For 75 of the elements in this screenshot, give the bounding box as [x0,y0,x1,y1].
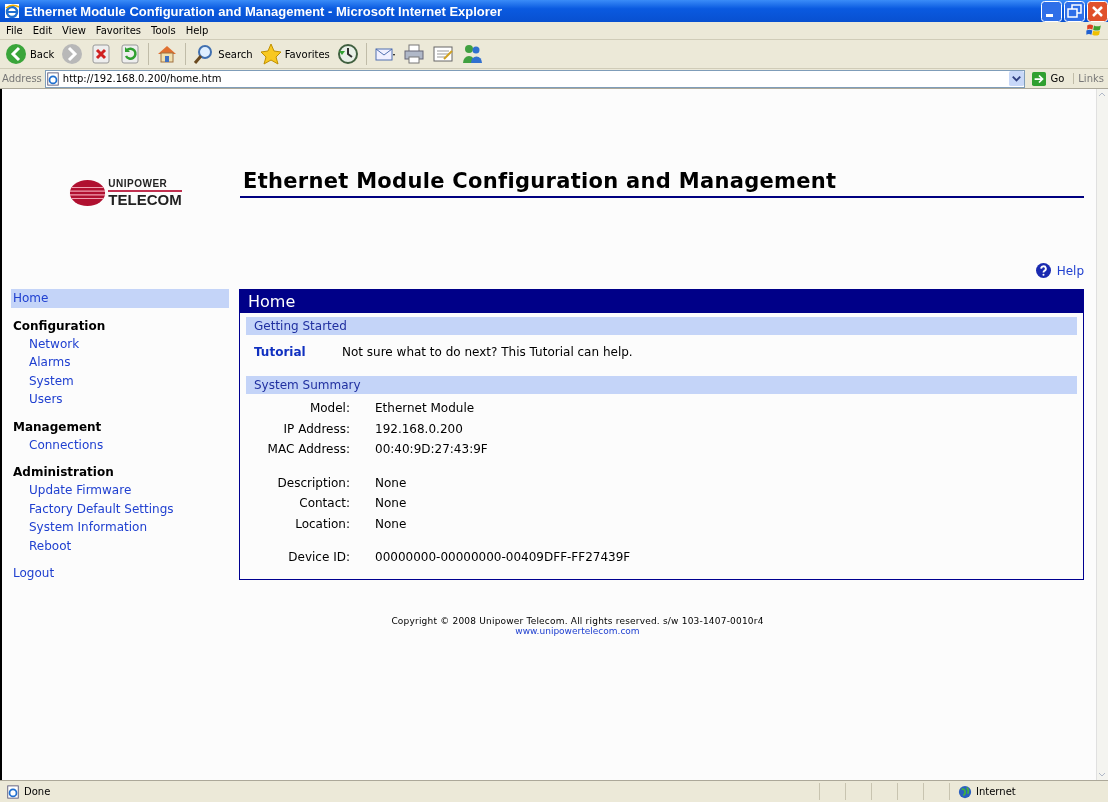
arrow-right-icon [1032,71,1047,86]
nav-link[interactable]: System [11,371,229,390]
page-icon [6,784,20,799]
logo-text: TELECOM [108,192,182,207]
favorites-button[interactable]: Favorites [257,42,332,66]
browser-icon [4,3,20,19]
arrow-left-icon [5,43,27,65]
minimize-button[interactable] [1041,0,1062,22]
nav-link[interactable]: Update Firmware [11,481,229,500]
field-value: None [375,495,408,512]
nav-link[interactable]: Connections [11,435,229,454]
nav-link[interactable]: Users [11,390,229,409]
field-label: Description: [276,474,350,492]
clock-icon [336,43,359,65]
stop-icon [90,43,113,65]
field-label: Model: [308,400,350,417]
windows-flag-icon [1084,22,1104,39]
document-icon [431,43,454,65]
nav-link[interactable]: Home [11,289,229,308]
field-value: None [375,515,408,533]
printer-icon [402,43,425,65]
nav-link[interactable]: Reboot [11,536,229,555]
copyright-text: Copyright © 2008 Unipower Telecom. All rights reserved. s/w 103-1407-0010r4 [391,615,764,626]
window-title: Ethernet Module Configuration and Management - Microsoft Internet Explorer [24,3,504,19]
field-value: None [375,474,408,492]
address-label: Address [2,73,42,84]
sphere-icon [69,177,107,209]
menu-item[interactable]: Edit [28,25,59,36]
nav-link[interactable]: System Information [11,518,229,537]
field-label: Contact: [298,495,350,512]
help-icon [1035,263,1051,278]
search-button[interactable]: Search [191,42,255,66]
zone-text: Internet [976,786,1016,797]
nav-link[interactable]: Logout [11,564,229,583]
field-label: Location: [294,515,350,533]
menu-item[interactable]: Favorites [91,25,147,36]
field-value: 192.168.0.200 [375,420,464,438]
tutorial-link[interactable]: Tutorial [254,345,342,359]
refresh-icon [119,43,142,65]
status-text: Done [24,786,51,797]
panel-title: Home [240,289,1083,313]
menu-item[interactable]: Tools [147,25,182,36]
field-value: 00000000-00000000-00409DFF-FF27439F [375,549,632,566]
nav-link[interactable]: Network [11,334,229,353]
page-heading: Ethernet Module Configuration and Management [240,169,1084,198]
section-header: Getting Started [246,317,1077,335]
nav-heading: Management [12,418,103,436]
field-value: 00:40:9D:27:43:9F [375,441,489,458]
help-link[interactable]: Help [1035,263,1084,278]
description-text: Not sure what to do next? This Tutorial can help. [342,345,633,359]
nav-heading: Configuration [12,317,107,335]
arrow-right-icon [61,43,84,65]
star-icon [259,43,282,65]
back-button[interactable]: Back [3,42,57,66]
menu-item[interactable]: View [58,25,92,36]
field-label: IP Address: [282,420,350,438]
address-field[interactable]: http://192.168.0.200/home.htm [44,69,1026,88]
menu-item[interactable]: Help [181,25,215,36]
go-button[interactable]: Go [1028,71,1071,86]
links-button[interactable]: Links [1073,73,1108,84]
field-label: Device ID: [287,549,350,566]
section-header: System Summary [246,376,1077,394]
field-value: Ethernet Module [375,400,476,417]
nav-heading: Administration [12,464,115,481]
maximize-button[interactable] [1064,0,1085,22]
page-icon [45,71,60,86]
close-button[interactable] [1087,0,1108,22]
logo-text: UNIPOWER [108,179,182,192]
field-label: MAC Address: [266,441,350,458]
nav-link[interactable]: Factory Default Settings [11,499,229,518]
menu-item[interactable]: File [2,25,29,36]
nav-link[interactable]: Alarms [11,353,229,372]
globe-icon [958,784,972,799]
website-link[interactable]: www.unipowertelecom.com [515,625,640,636]
people-icon [460,43,483,65]
